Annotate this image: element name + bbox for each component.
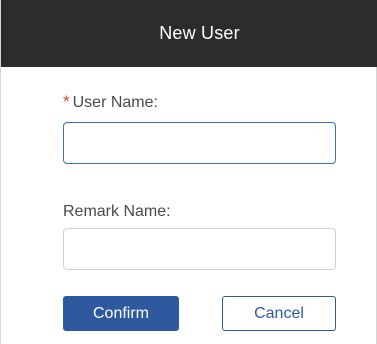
cancel-button[interactable]: Cancel xyxy=(222,296,336,331)
remark-name-input[interactable] xyxy=(63,228,336,270)
username-label-text: User Name: xyxy=(72,94,158,111)
username-label: * User Name: xyxy=(63,92,158,112)
dialog-header: New User xyxy=(1,0,377,67)
username-input[interactable] xyxy=(63,122,336,164)
dialog-title: New User xyxy=(159,23,240,43)
confirm-button[interactable]: Confirm xyxy=(63,296,179,331)
required-marker: * xyxy=(63,92,70,111)
remark-label: Remark Name: xyxy=(63,203,171,220)
new-user-dialog: New User * User Name: Remark Name: Confir… xyxy=(0,0,377,344)
